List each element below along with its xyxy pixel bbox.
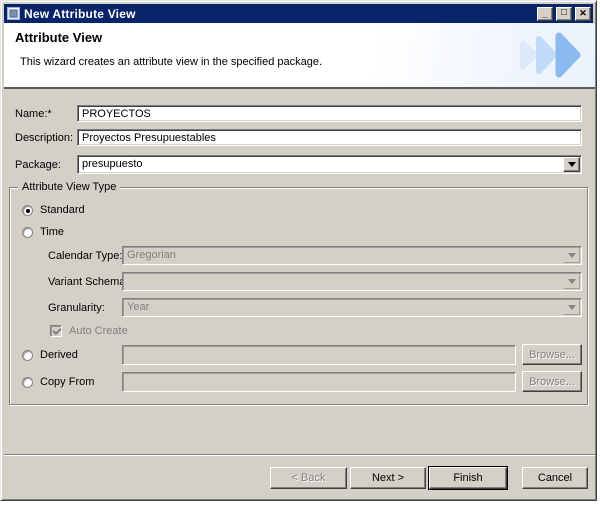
back-button: < Back [270,467,347,489]
standard-option[interactable]: Standard [22,203,85,217]
time-radio[interactable] [22,227,33,238]
granularity-label: Granularity: [48,302,105,314]
copy-from-browse-button: Browse... [522,371,582,392]
attribute-view-icon [6,6,21,21]
new-attribute-view-dialog: New Attribute View _ □ ✕ Attribute View … [0,0,597,501]
derived-label: Derived [40,349,78,361]
chevron-down-icon [568,279,576,284]
footer-separator [4,454,595,456]
standard-label: Standard [40,204,85,216]
calendar-type-combobox: Gregorian [122,246,582,265]
minimize-button[interactable]: _ [537,7,553,21]
granularity-combobox: Year [122,298,582,317]
chevron-down-icon [568,305,576,310]
wizard-banner-arrows-icon [519,28,587,84]
derived-radio[interactable] [22,350,33,361]
variant-schema-value [123,273,562,290]
close-button[interactable]: ✕ [575,7,591,21]
minimize-icon: _ [542,10,547,19]
granularity-dropdown-button [563,300,580,315]
cancel-button[interactable]: Cancel [522,467,588,489]
wizard-title: Attribute View [15,30,102,45]
copy-from-radio[interactable] [22,377,33,388]
package-value: presupuesto [78,156,562,173]
package-combobox[interactable]: presupuesto [77,155,582,174]
derived-input [122,345,516,365]
package-dropdown-button[interactable] [563,157,580,172]
finish-button[interactable]: Finish [429,467,507,489]
standard-radio[interactable] [22,205,33,216]
copy-from-label: Copy From [40,376,94,388]
calendar-type-dropdown-button [563,248,580,263]
variant-schema-combobox [122,272,582,291]
time-label: Time [40,226,64,238]
calendar-type-label: Calendar Type: [48,250,122,262]
wizard-description: This wizard creates an attribute view in… [20,56,322,68]
auto-create-checkbox [50,325,62,337]
auto-create-option: Auto Create [50,324,128,338]
wizard-header: Attribute View This wizard creates an at… [4,23,595,89]
group-title: Attribute View Type [18,181,120,193]
copy-from-option[interactable]: Copy From [22,375,94,389]
calendar-type-value: Gregorian [123,247,562,264]
window-title: New Attribute View [24,7,534,21]
granularity-value: Year [123,299,562,316]
derived-option[interactable]: Derived [22,348,78,362]
chevron-down-icon [568,253,576,258]
description-input[interactable] [77,129,582,146]
close-icon: ✕ [579,9,587,18]
title-bar[interactable]: New Attribute View _ □ ✕ [4,4,593,23]
description-label: Description: [15,132,73,144]
maximize-button[interactable]: □ [556,7,572,21]
maximize-icon: □ [561,8,567,18]
variant-schema-dropdown-button [563,274,580,289]
derived-browse-button: Browse... [522,344,582,365]
next-button[interactable]: Next > [350,467,426,489]
attribute-view-type-group: Attribute View Type Standard Time Calend… [9,187,588,405]
variant-schema-label: Variant Schema: [48,276,129,288]
auto-create-label: Auto Create [69,325,128,337]
name-label: Name:* [15,108,52,120]
package-label: Package: [15,159,61,171]
copy-from-input [122,372,516,392]
chevron-down-icon [568,162,576,167]
time-option[interactable]: Time [22,225,64,239]
name-input[interactable] [77,105,582,122]
